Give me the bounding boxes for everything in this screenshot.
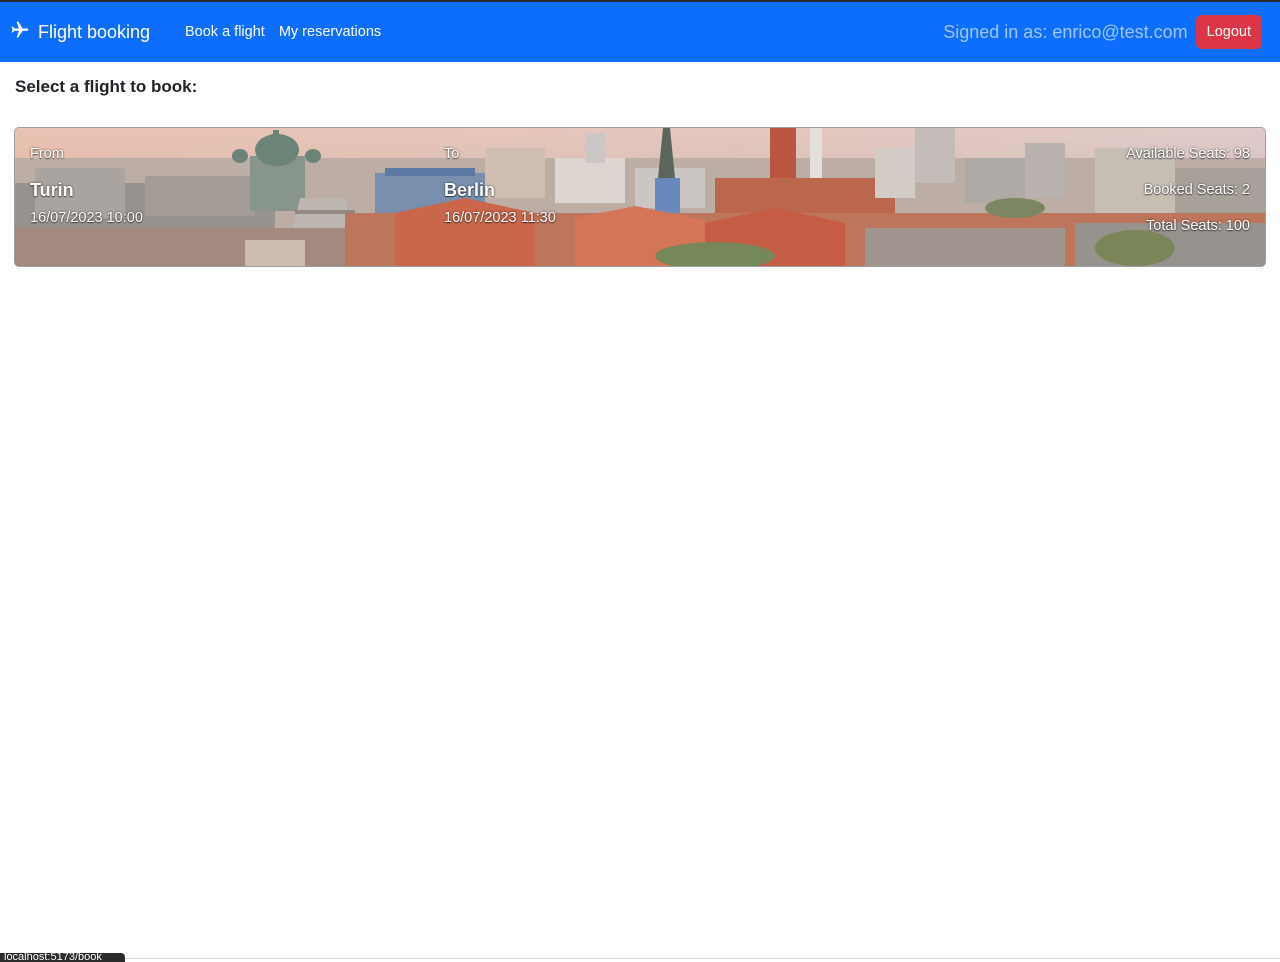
page-bottom-divider (0, 958, 1280, 959)
from-datetime: 16/07/2023 10:00 (30, 210, 143, 226)
from-city: Turin (30, 180, 74, 200)
flight-card[interactable]: From Turin 16/07/2023 10:00 To Berlin 16… (14, 127, 1266, 267)
brand-label: Flight booking (38, 21, 151, 42)
booked-seats: Booked Seats: 2 (1143, 182, 1250, 198)
signed-in-text: Signed in as: enrico@test.com (943, 21, 1188, 42)
user-area: Signed in as: enrico@test.com Logout (943, 2, 1262, 62)
to-city: Berlin (444, 180, 496, 200)
navbar: Flight booking Book a flight My reservat… (0, 2, 1280, 62)
nav-link-my-reservations[interactable]: My reservations (272, 24, 388, 40)
to-datetime: 16/07/2023 11:30 (444, 210, 556, 226)
from-label: From (30, 146, 64, 162)
brand-link[interactable]: Flight booking (10, 2, 150, 62)
to-label: To (444, 146, 460, 162)
nav-link-book-flight[interactable]: Book a flight (178, 24, 272, 40)
total-seats: Total Seats: 100 (1146, 218, 1250, 234)
airplane-icon (10, 20, 30, 45)
available-seats: Available Seats: 98 (1126, 146, 1250, 162)
page-heading: Select a flight to book: (15, 77, 198, 96)
berlin-cityscape-image (15, 128, 1265, 266)
nav-links: Book a flight My reservations (178, 2, 388, 62)
logout-button[interactable]: Logout (1195, 15, 1262, 49)
link-status-bar: localhost:5173/book (0, 953, 125, 962)
